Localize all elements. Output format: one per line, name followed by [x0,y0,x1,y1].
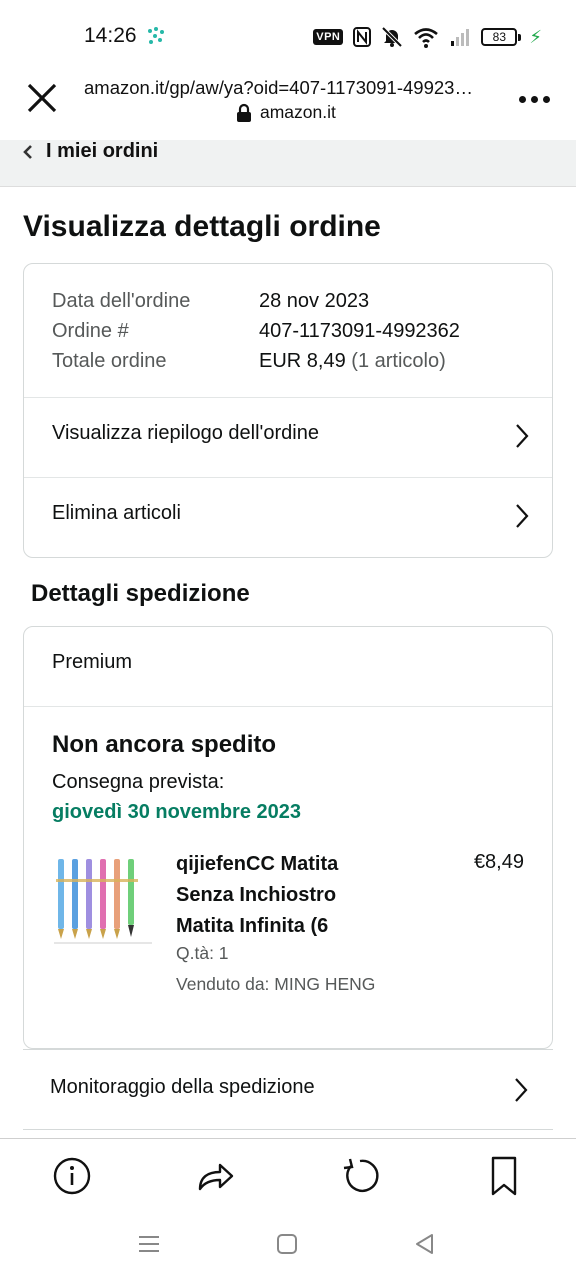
bookmark-icon[interactable] [484,1155,524,1197]
chevron-right-icon [516,504,529,528]
breadcrumb-label[interactable]: I miei ordini [46,140,158,163]
url-text[interactable]: amazon.it/gp/aw/ya?oid=407-1173091-49923… [84,77,494,99]
lock-icon [237,103,251,122]
more-options-icon[interactable] [516,86,552,112]
chevron-left-icon [23,145,32,159]
battery-icon: 83 [481,28,522,46]
signal-icon [451,29,470,46]
nfc-icon [353,27,372,47]
order-total-row: Totale ordine EUR 8,49 (1 articolo) [52,346,460,376]
shipment-status: Non ancora spedito [52,731,277,758]
view-order-summary-link[interactable]: Visualizza riepilogo dell'ordine [24,397,552,477]
home-icon[interactable] [275,1232,299,1256]
chevron-right-icon [516,424,529,448]
recent-apps-icon[interactable] [137,1232,161,1256]
order-date-label: Data dell'ordine [52,290,191,312]
order-total-value-wrap: EUR 8,49 (1 articolo) [259,346,446,376]
shipping-service: Premium [52,651,133,673]
order-date-value: 28 nov 2023 [259,290,370,312]
order-date-row: Data dell'ordine 28 nov 2023 [52,286,460,316]
view-order-summary-label: Visualizza riepilogo dell'ordine [52,422,319,444]
info-icon[interactable] [52,1155,92,1197]
mute-icon [381,26,403,48]
order-total-label: Totale ordine [52,350,167,372]
delivery-date: giovedì 30 novembre 2023 [52,801,302,823]
delivery-label: Consegna prevista: [52,771,225,793]
product-image[interactable] [54,853,152,945]
reload-icon[interactable] [340,1155,380,1197]
breadcrumb[interactable]: I miei ordini [0,140,576,187]
share-icon[interactable] [196,1155,236,1197]
divider [24,706,552,707]
track-shipment-label: Monitoraggio della spedizione [50,1076,315,1098]
status-time: 14:26 [84,24,137,47]
shipment-card: Premium Non ancora spedito Consegna prev… [23,626,553,1049]
status-icons: VPN 83 ⚡ [313,24,542,50]
browser-bottom-toolbar [0,1138,576,1214]
close-icon[interactable] [24,80,60,116]
order-number-row: Ordine # 407-1173091-4992362 [52,316,460,346]
app-notification-icon [148,27,164,44]
domain-text: amazon.it [260,102,336,122]
delete-items-label: Elimina articoli [52,502,181,524]
order-info: Data dell'ordine 28 nov 2023 Ordine # 40… [52,286,460,376]
product-title[interactable]: qijiefenCC Matita Senza Inchiostro Matit… [176,849,396,942]
product-quantity: Q.tà: 1 [176,943,229,963]
wifi-icon [414,28,439,48]
shipment-section-title: Dettagli spedizione [31,580,250,607]
delete-items-link[interactable]: Elimina articoli [24,477,552,557]
browser-toolbar: amazon.it/gp/aw/ya?oid=407-1173091-49923… [0,72,576,140]
track-shipment-link[interactable]: Monitoraggio della spedizione [23,1049,553,1130]
back-icon[interactable] [413,1232,437,1256]
order-summary-card: Data dell'ordine 28 nov 2023 Ordine # 40… [23,263,553,558]
page-title: Visualizza dettagli ordine [23,210,381,243]
domain-line: amazon.it [236,102,336,123]
order-number-label: Ordine # [52,320,129,342]
status-bar: 14:26 VPN 83 ⚡ [0,0,576,72]
vpn-icon: VPN [313,29,344,45]
order-total-value: EUR 8,49 [259,350,346,372]
system-navigation-bar [0,1214,576,1280]
order-item-count: (1 articolo) [351,350,446,372]
order-number-value: 407-1173091-4992362 [259,320,460,342]
product-seller: Venduto da: MING HENG [176,974,376,994]
chevron-right-icon [515,1078,528,1102]
product-price: €8,49 [473,851,524,873]
charging-icon: ⚡ [529,26,542,47]
